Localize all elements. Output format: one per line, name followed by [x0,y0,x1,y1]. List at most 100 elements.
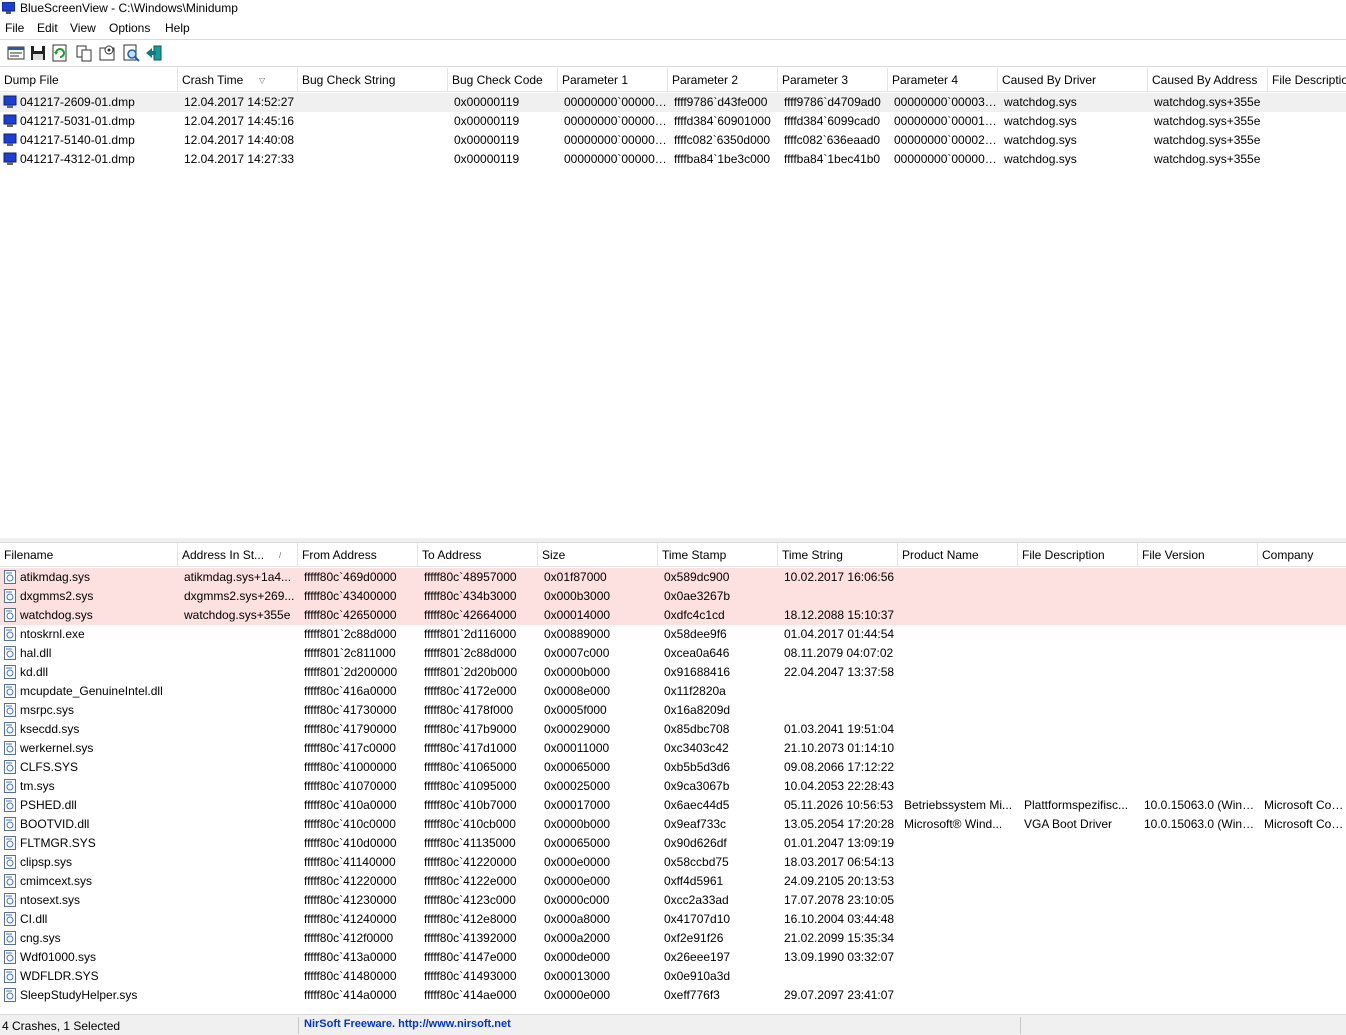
cell-dump-file: 041217-5140-01.dmp [20,133,135,147]
toolbar [0,39,1346,67]
col-size[interactable]: Size [538,543,658,567]
menu-file[interactable]: File [4,21,25,35]
col-from-address[interactable]: From Address [298,543,418,567]
exit-icon[interactable] [145,44,163,62]
driver-row[interactable]: werkernel.sys fffff80c`417c0000 fffff80c`4… [0,739,1346,758]
dump-list[interactable]: Dump File Crash Time ▽ Bug Check String … [0,68,1346,606]
cell-size: 0x0000e000 [544,988,611,1002]
cell-product-name [900,644,1018,663]
driver-row[interactable]: SleepStudyHelper.sys fffff80c`414a0000 fff… [0,986,1346,1005]
save-icon[interactable] [29,44,47,62]
cell-size: 0x0005f000 [544,703,607,717]
cell-file-description [1020,758,1138,777]
cell-parameter-1: 00000000`000000... [564,95,668,109]
cell-to-address: fffff80c`417d1000 [424,741,517,755]
cell-dump-file: 041217-4312-01.dmp [20,152,135,166]
driver-row[interactable]: CLFS.SYS fffff80c`41000000 fffff80c`410650… [0,758,1346,777]
cell-parameter-2: ffffba84`1be3c000 [674,152,771,166]
driver-row[interactable]: tm.sys fffff80c`41070000 fffff80c`41095000… [0,777,1346,796]
driver-row[interactable]: FLTMGR.SYS fffff80c`410d0000 fffff80c`4113… [0,834,1346,853]
col-parameter-4[interactable]: Parameter 4 [888,68,998,92]
driver-row[interactable]: clipsp.sys fffff80c`41140000 fffff80c`4122… [0,853,1346,872]
col-crash-time[interactable]: Crash Time [178,68,298,92]
cell-product-name [900,625,1018,644]
cell-file-description [1020,910,1138,929]
col-bug-check-string[interactable]: Bug Check String [298,68,448,92]
dump-file-icon [3,133,17,146]
col-caused-by-address[interactable]: Caused By Address [1148,68,1268,92]
col-company[interactable]: Company [1258,543,1346,567]
driver-row[interactable]: WDFLDR.SYS fffff80c`41480000 fffff80c`4149… [0,967,1346,986]
cell-size: 0x000a8000 [544,912,611,926]
cell-bug-check-code: 0x00000119 [454,133,520,147]
col-file-description[interactable]: File Description [1268,68,1346,92]
cell-bug-check-string [300,150,448,169]
col-time-stamp[interactable]: Time Stamp [658,543,778,567]
driver-row[interactable]: CI.dll fffff80c`41240000 fffff80c`412e8000… [0,910,1346,929]
dump-row[interactable]: 041217-2609-01.dmp 12.04.2017 14:52:27 0x0… [0,93,1346,112]
driver-list[interactable]: Filename Address In St... / From Address… [0,543,1346,1013]
menu-edit[interactable]: Edit [36,21,59,35]
driver-row[interactable]: ntoskrnl.exe fffff801`2c88d000 fffff801`2d… [0,625,1346,644]
refresh-icon[interactable] [51,44,69,62]
cell-time-string: 18.03.2017 06:54:13 [784,855,895,869]
cell-file-version [1140,644,1258,663]
menu-view[interactable]: View [69,21,97,35]
cell-filename: cmimcext.sys [20,874,92,888]
driver-row[interactable]: msrpc.sys fffff80c`41730000 fffff80c`4178f… [0,701,1346,720]
driver-row[interactable]: Wdf01000.sys fffff80c`413a0000 fffff80c`41… [0,948,1346,967]
cell-from-address: fffff80c`413a0000 [304,950,397,964]
col-parameter-1[interactable]: Parameter 1 [558,68,668,92]
options-icon[interactable] [98,44,116,62]
col-parameter-3[interactable]: Parameter 3 [778,68,888,92]
col-dump-file[interactable]: Dump File [0,68,178,92]
driver-file-icon [4,912,16,926]
copy-icon[interactable] [75,44,93,62]
col-product-name[interactable]: Product Name [898,543,1018,567]
driver-row[interactable]: PSHED.dll fffff80c`410a0000 fffff80c`410b7… [0,796,1346,815]
search-icon[interactable] [122,44,140,62]
driver-row[interactable]: hal.dll fffff801`2c811000 fffff801`2c88d00… [0,644,1346,663]
cell-product-name [900,872,1018,891]
driver-file-icon [4,988,16,1002]
dump-row[interactable]: 041217-5140-01.dmp 12.04.2017 14:40:08 0x0… [0,131,1346,150]
col-caused-by-driver[interactable]: Caused By Driver [998,68,1148,92]
driver-row[interactable]: kd.dll fffff801`2d200000 fffff801`2d20b000… [0,663,1346,682]
cell-bug-check-code: 0x00000119 [454,95,520,109]
dump-row[interactable]: 041217-5031-01.dmp 12.04.2017 14:45:16 0x0… [0,112,1346,131]
cell-dump-file: 041217-5031-01.dmp [20,114,135,128]
driver-row[interactable]: dxgmms2.sys dxgmms2.sys+269... fffff80c`43… [0,587,1346,606]
driver-file-icon [4,570,16,584]
col-driver-file-description[interactable]: File Description [1018,543,1138,567]
menu-help[interactable]: Help [164,21,191,35]
cell-time-string: 10.02.2017 16:06:56 [784,570,895,584]
cell-size: 0x00065000 [544,760,611,774]
driver-row[interactable]: cng.sys fffff80c`412f0000 fffff80c`4139200… [0,929,1346,948]
cell-file-description [1270,93,1346,112]
properties-icon[interactable] [7,44,25,62]
cell-company: Microsoft Corpo [1264,798,1346,812]
driver-row[interactable]: atikmdag.sys atikmdag.sys+1a4... fffff80c`… [0,568,1346,587]
col-to-address[interactable]: To Address [418,543,538,567]
cell-time-stamp: 0x90d626df [664,836,727,850]
col-bug-check-code[interactable]: Bug Check Code [448,68,558,92]
cell-time-string: 22.04.2047 13:37:58 [784,665,895,679]
dump-row[interactable]: 041217-4312-01.dmp 12.04.2017 14:27:33 0x0… [0,150,1346,169]
driver-row[interactable]: BOOTVID.dll fffff80c`410c0000 fffff80c`410… [0,815,1346,834]
cell-from-address: fffff80c`43400000 [304,589,397,603]
driver-row[interactable]: mcupdate_GenuineIntel.dll fffff80c`416a00… [0,682,1346,701]
nirsoft-link[interactable]: NirSoft Freeware. http://www.nirsoft.net [304,1018,511,1030]
col-filename[interactable]: Filename [0,543,178,567]
driver-row[interactable]: cmimcext.sys fffff80c`41220000 fffff80c`41… [0,872,1346,891]
driver-row[interactable]: ntosext.sys fffff80c`41230000 fffff80c`412… [0,891,1346,910]
menu-options[interactable]: Options [108,21,151,35]
col-file-version[interactable]: File Version [1138,543,1258,567]
driver-file-icon [4,817,16,831]
cell-company [1260,663,1346,682]
cell-time-stamp: 0x0e910a3d [664,969,731,983]
driver-row[interactable]: ksecdd.sys fffff80c`41790000 fffff80c`417b… [0,720,1346,739]
col-time-string[interactable]: Time String [778,543,898,567]
col-parameter-2[interactable]: Parameter 2 [668,68,778,92]
cell-size: 0x00011000 [544,741,610,755]
driver-row[interactable]: watchdog.sys watchdog.sys+355e fffff80c`42… [0,606,1346,625]
